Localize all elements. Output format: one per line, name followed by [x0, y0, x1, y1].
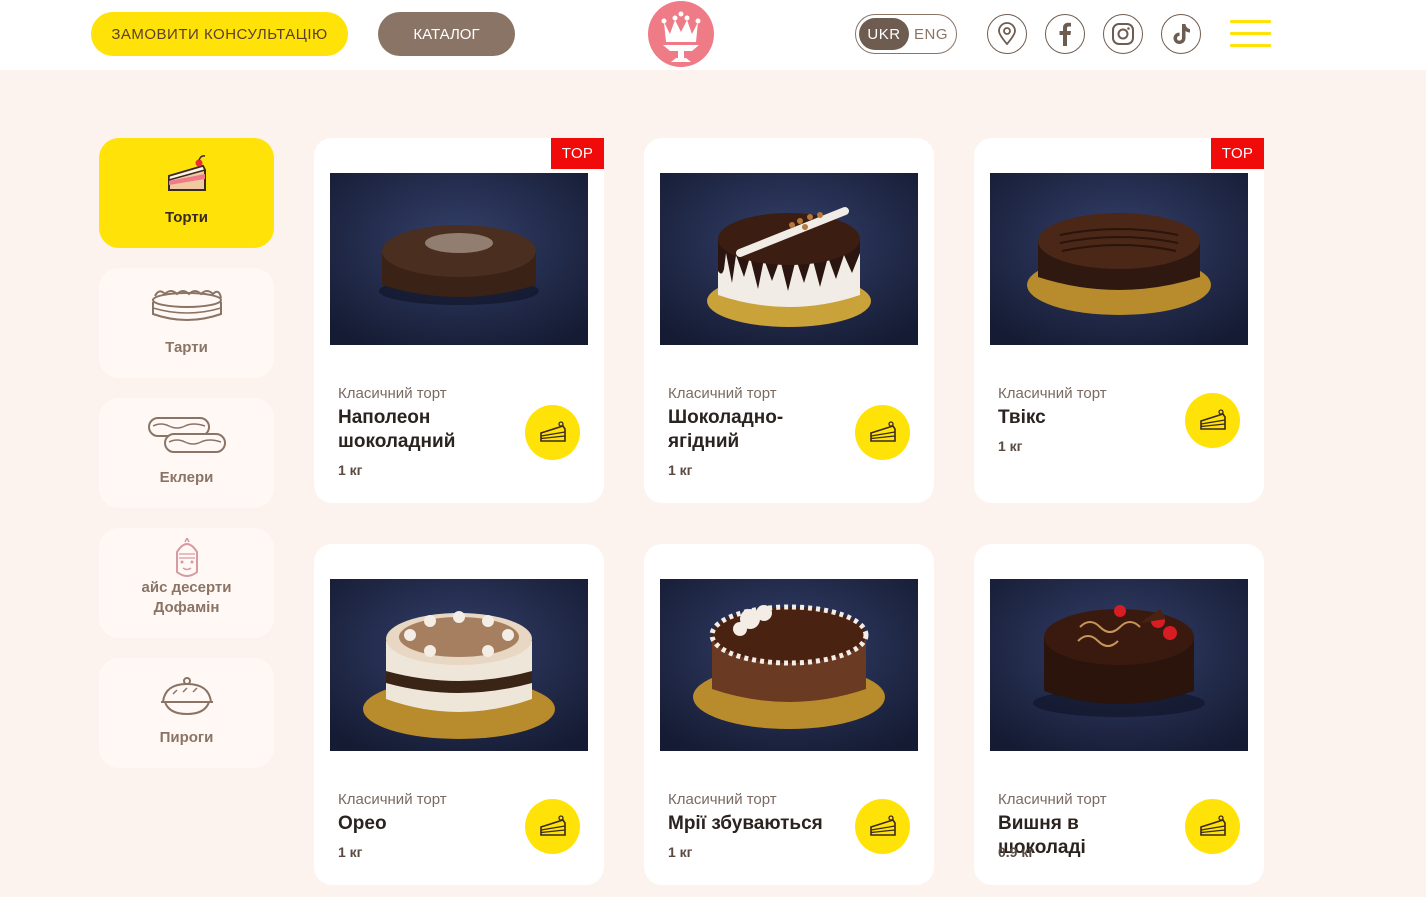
cake-slice-icon — [1199, 814, 1226, 836]
ice-dessert-icon — [175, 538, 198, 577]
product-type: Класичний торт — [998, 385, 1107, 402]
add-to-cart-button[interactable] — [855, 799, 910, 854]
logo[interactable] — [646, 0, 716, 68]
language-switcher: UKR ENG — [855, 14, 957, 54]
product-weight: 1 кг — [668, 844, 693, 860]
product-type: Класичний торт — [338, 791, 447, 808]
tiktok-button[interactable] — [1161, 14, 1201, 54]
product-type: Класичний торт — [338, 385, 447, 402]
add-to-cart-button[interactable] — [525, 799, 580, 854]
product-weight: 1 кг — [338, 462, 363, 478]
category-ice-desserts[interactable]: айс десерти Дофамін — [99, 528, 274, 638]
product-image — [330, 173, 588, 345]
location-icon — [998, 22, 1016, 46]
instagram-button[interactable] — [1103, 14, 1143, 54]
hamburger-menu-icon[interactable] — [1230, 20, 1271, 48]
product-card[interactable]: TOP Класичний торт Наполеон шоколадний 1… — [314, 138, 604, 503]
lang-ukr-option[interactable]: UKR — [859, 18, 909, 50]
location-button[interactable] — [987, 14, 1027, 54]
add-to-cart-button[interactable] — [1185, 799, 1240, 854]
eclair-icon — [147, 417, 226, 453]
add-to-cart-button[interactable] — [855, 405, 910, 460]
product-name[interactable]: Твікс — [998, 406, 1168, 430]
product-image — [660, 173, 918, 345]
cake-slice-icon — [869, 814, 896, 836]
order-consultation-button[interactable]: ЗАМОВИТИ КОНСУЛЬТАЦІЮ — [91, 12, 348, 56]
lang-eng-option[interactable]: ENG — [909, 18, 953, 50]
product-card[interactable]: Класичний торт Шоколадно-ягідний 1 кг — [644, 138, 934, 503]
top-badge: TOP — [1211, 138, 1264, 169]
catalog-button[interactable]: КАТАЛОГ — [378, 12, 515, 56]
cake-slice-icon — [167, 155, 206, 191]
product-type: Класичний торт — [668, 385, 777, 402]
cake-slice-icon — [869, 420, 896, 442]
product-weight: 1 кг — [998, 438, 1023, 454]
product-card[interactable]: Класичний торт Орео 1 кг — [314, 544, 604, 885]
product-weight: 1 кг — [668, 462, 693, 478]
tart-icon — [151, 290, 222, 321]
add-to-cart-button[interactable] — [525, 405, 580, 460]
cake-slice-icon — [539, 814, 566, 836]
product-name[interactable]: Наполеон шоколадний — [338, 406, 508, 454]
top-badge: TOP — [551, 138, 604, 169]
add-to-cart-button[interactable] — [1185, 393, 1240, 448]
cake-slice-icon — [539, 420, 566, 442]
category-eclairs[interactable]: Еклери — [99, 398, 274, 508]
product-name[interactable]: Мрії збуваються — [668, 812, 838, 836]
category-label: Пироги — [159, 729, 214, 746]
facebook-icon — [1059, 22, 1071, 46]
category-label: Еклери — [159, 469, 214, 486]
tiktok-icon — [1173, 24, 1190, 44]
product-name[interactable]: Орео — [338, 812, 508, 836]
product-image — [660, 579, 918, 751]
product-type: Класичний торт — [998, 791, 1107, 808]
product-name[interactable]: Шоколадно-ягідний — [668, 406, 838, 454]
product-type: Класичний торт — [668, 791, 777, 808]
category-tarts[interactable]: Тарти — [99, 268, 274, 378]
product-card[interactable]: TOP Класичний торт Твікс 1 кг — [974, 138, 1264, 503]
product-image — [990, 173, 1248, 345]
category-label: Тарти — [165, 339, 208, 356]
category-pies[interactable]: Пироги — [99, 658, 274, 768]
category-cakes[interactable]: Торти — [99, 138, 274, 248]
category-label: Торти — [165, 209, 208, 226]
category-label: айс десерти Дофамін — [141, 579, 232, 616]
instagram-icon — [1112, 23, 1134, 45]
product-image — [990, 579, 1248, 751]
product-weight: 0.9 кг — [998, 844, 1035, 860]
site-header: ЗАМОВИТИ КОНСУЛЬТАЦІЮ КАТАЛОГ UKR ENG — [0, 0, 1426, 70]
facebook-button[interactable] — [1045, 14, 1085, 54]
product-image — [330, 579, 588, 751]
cake-slice-icon — [1199, 408, 1226, 430]
product-card[interactable]: Класичний торт Вишня в шоколаді 0.9 кг — [974, 544, 1264, 885]
product-weight: 1 кг — [338, 844, 363, 860]
product-card[interactable]: Класичний торт Мрії збуваються 1 кг — [644, 544, 934, 885]
pie-icon — [160, 677, 213, 716]
